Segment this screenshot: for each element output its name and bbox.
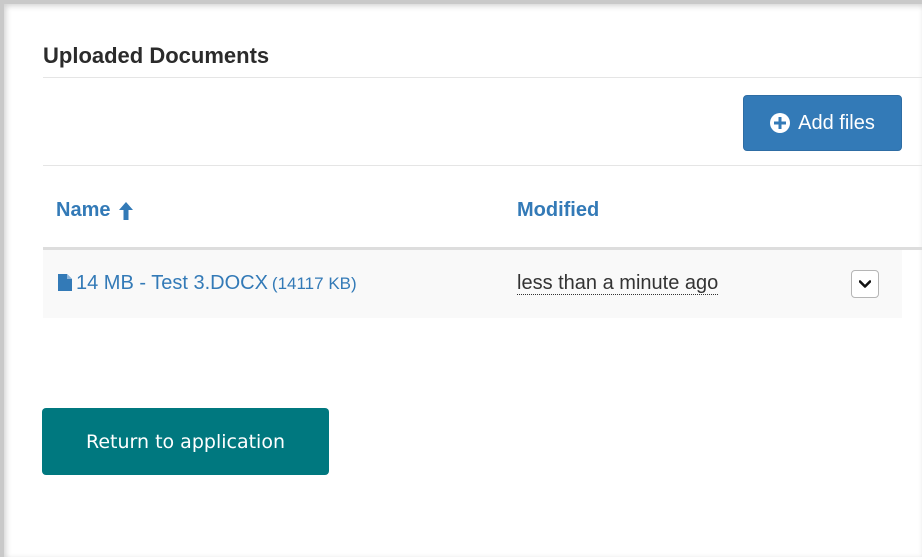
- add-files-label: Add files: [798, 111, 875, 134]
- modified-time: less than a minute ago: [517, 272, 719, 295]
- column-header-modified[interactable]: Modified: [517, 199, 599, 222]
- file-name: 14 MB - Test 3.DOCX: [76, 272, 268, 294]
- arrow-up-icon: [119, 201, 134, 220]
- panel-title: Uploaded Documents: [43, 43, 270, 68]
- divider: [43, 165, 922, 166]
- return-to-application-button[interactable]: Return to application: [42, 408, 329, 475]
- add-files-button[interactable]: Add files: [743, 95, 902, 151]
- file-link[interactable]: 14 MB - Test 3.DOCX (14117 KB): [58, 272, 357, 295]
- chevron-down-icon: [859, 279, 871, 288]
- divider: [43, 77, 922, 78]
- column-header-label: Name: [56, 199, 111, 221]
- table-row: 14 MB - Test 3.DOCX (14117 KB) less than…: [43, 250, 902, 318]
- row-actions-dropdown[interactable]: [851, 270, 879, 298]
- column-header-name[interactable]: Name: [56, 199, 134, 222]
- plus-circle-icon: [770, 113, 791, 133]
- file-icon: [58, 274, 72, 291]
- file-size: (14117 KB): [271, 274, 357, 293]
